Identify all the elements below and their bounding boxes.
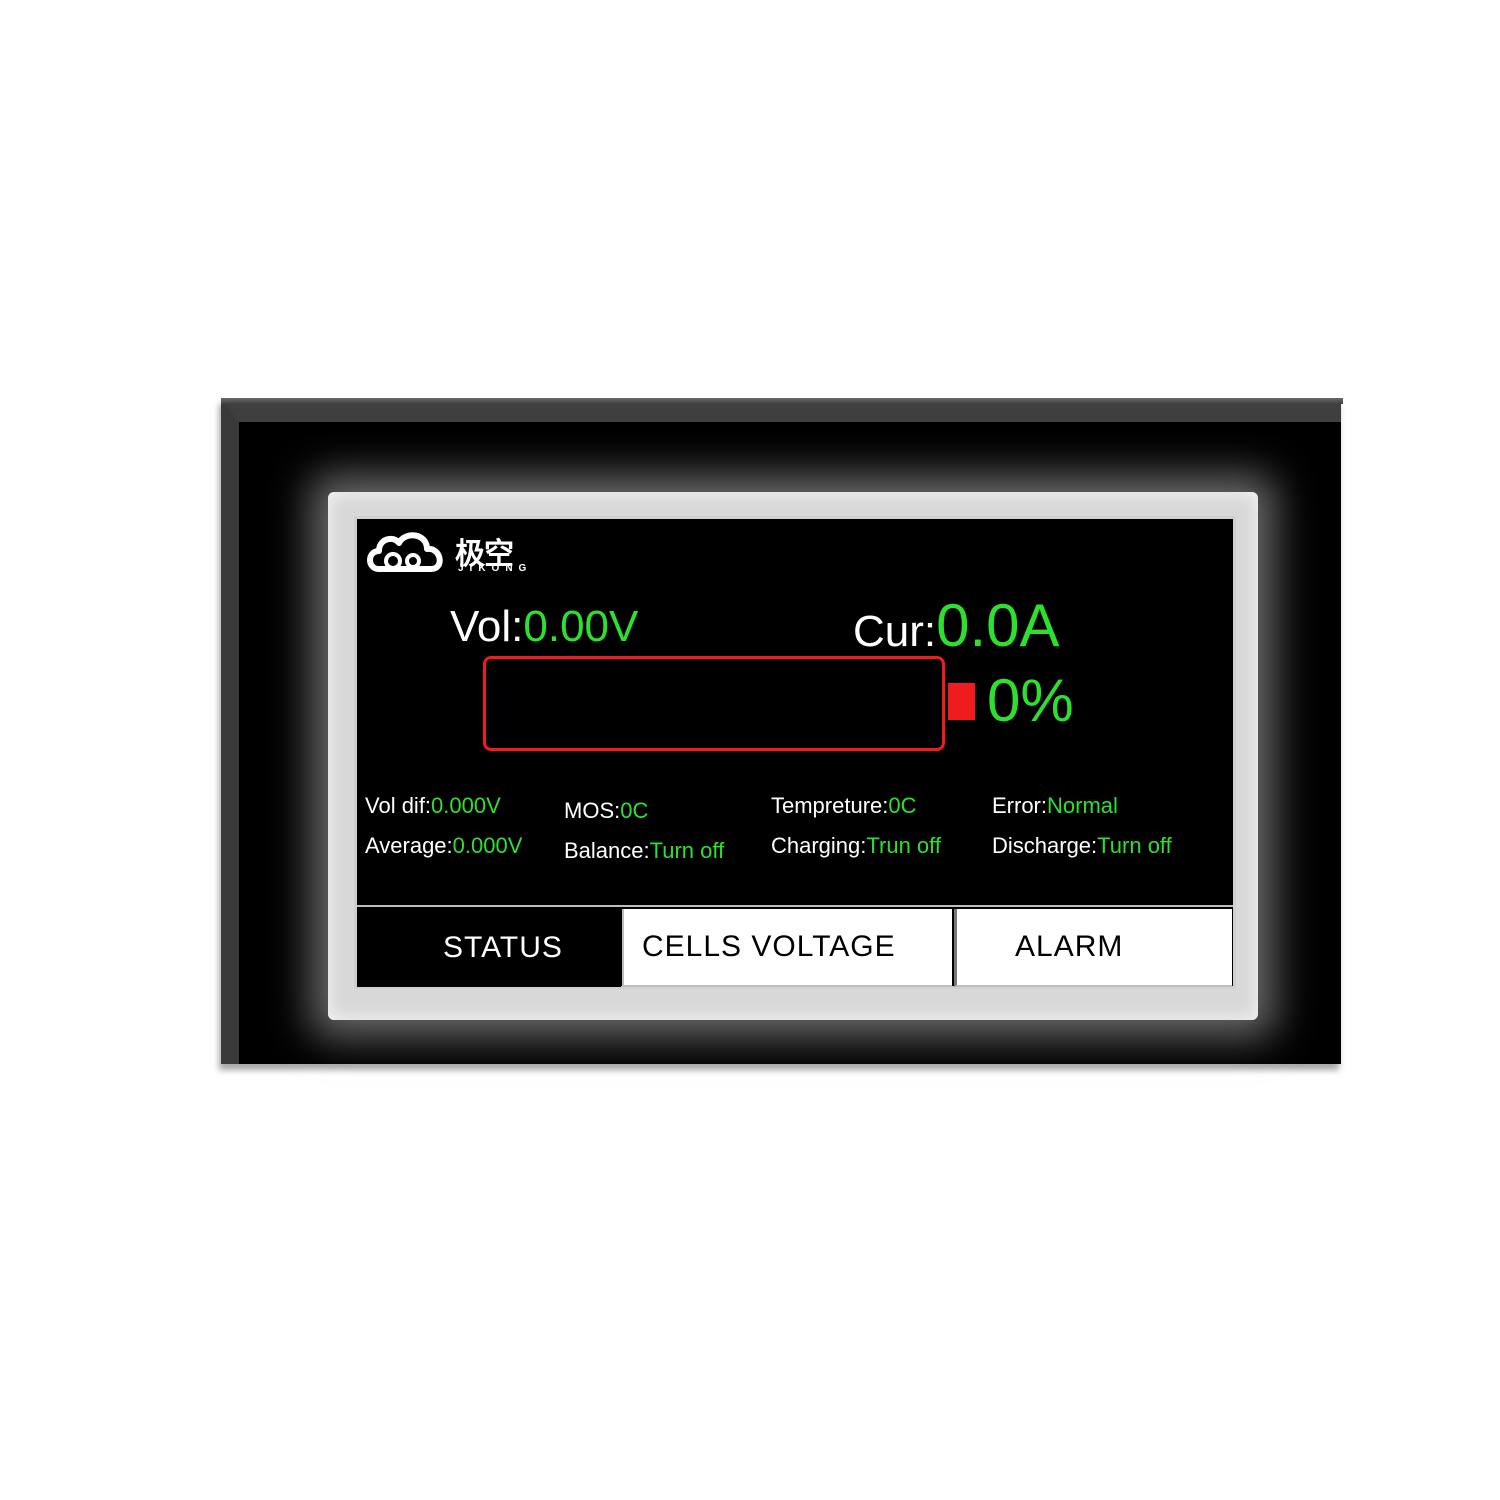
bms-screen: 极空 JIKONG Vol:0.00V Cur:0.0A 0% Vol dif:… (354, 516, 1236, 989)
average-label: Average: (365, 833, 453, 858)
battery-gauge (483, 656, 945, 751)
current-readout: Cur:0.0A (853, 591, 1060, 660)
mos-value: 0C (620, 798, 649, 823)
charging-value: Trun off (866, 833, 941, 858)
voltage-label: Vol: (450, 602, 524, 651)
cloud-logo-icon (367, 532, 443, 572)
mos-stat: MOS:0C (564, 798, 648, 824)
discharge-stat: Discharge:Turn off (992, 833, 1172, 859)
error-value: Normal (1047, 793, 1118, 818)
bezel-highlight (221, 398, 1343, 404)
mos-label: MOS: (564, 798, 621, 823)
temperature-label: Tempreture: (771, 793, 889, 818)
temperature-stat: Tempreture:0C (771, 793, 917, 819)
voltage-readout: Vol:0.00V (450, 602, 638, 652)
charging-stat: Charging:Trun off (771, 833, 941, 859)
vol-dif-value: 0.000V (431, 793, 501, 818)
state-of-charge: 0% (987, 667, 1074, 734)
jikong-logo: 极空 JIKONG (365, 525, 535, 577)
temperature-value: 0C (888, 793, 917, 818)
discharge-label: Discharge: (992, 833, 1098, 858)
vol-dif-stat: Vol dif:0.000V (365, 793, 501, 819)
logo-sub-text: JIKONG (458, 563, 533, 574)
tab-bar: STATUS CELLS VOLTAGE ALARM (357, 905, 1233, 989)
current-value: 0.0A (936, 592, 1060, 659)
voltage-value: 0.00V (523, 602, 639, 651)
tab-status[interactable]: STATUS (357, 909, 621, 987)
current-label: Cur: (853, 607, 937, 656)
discharge-value: Turn off (1097, 833, 1172, 858)
battery-terminal (948, 683, 975, 720)
balance-stat: Balance:Turn off (564, 838, 724, 864)
average-stat: Average:0.000V (365, 833, 522, 859)
vol-dif-label: Vol dif: (365, 793, 432, 818)
balance-label: Balance: (564, 838, 650, 863)
tab-alarm[interactable]: ALARM (954, 909, 1232, 987)
balance-value: Turn off (649, 838, 725, 863)
charging-label: Charging: (771, 833, 867, 858)
average-value: 0.000V (452, 833, 523, 858)
error-stat: Error:Normal (992, 793, 1118, 819)
error-label: Error: (992, 793, 1047, 818)
tab-cells-voltage[interactable]: CELLS VOLTAGE (622, 909, 952, 987)
